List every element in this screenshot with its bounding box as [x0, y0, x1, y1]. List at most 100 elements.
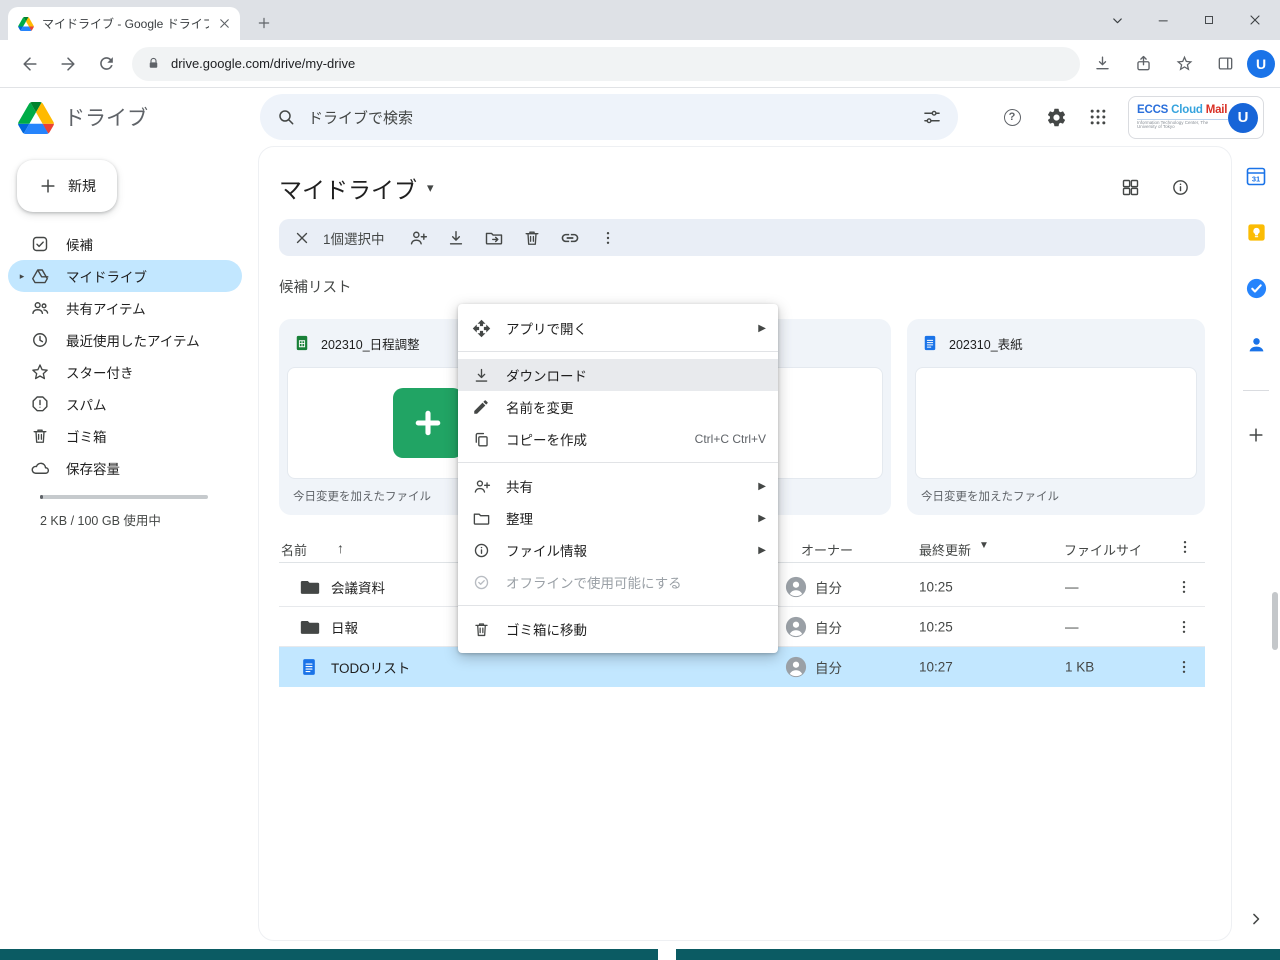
- menu-item-organize[interactable]: 整理 ▶: [458, 502, 778, 534]
- copy-link-button[interactable]: [551, 220, 589, 256]
- collapse-panel-chevron-icon[interactable]: [1246, 909, 1266, 929]
- folder-icon: [299, 616, 321, 638]
- sidebar-item-trash[interactable]: ゴミ箱: [8, 420, 242, 452]
- title-dropdown-icon[interactable]: ▾: [427, 180, 434, 196]
- browser-tab[interactable]: マイドライブ - Google ドライブ: [8, 7, 240, 40]
- sidebar-item-starred[interactable]: スター付き: [8, 356, 242, 388]
- side-panel-icon[interactable]: [1209, 48, 1241, 80]
- browser-toolbar: drive.google.com/drive/my-drive U: [0, 40, 1280, 88]
- column-header-owner[interactable]: オーナー: [801, 540, 853, 559]
- more-actions-button[interactable]: [589, 220, 627, 256]
- apps-grid-button[interactable]: [1082, 101, 1114, 133]
- sidebar-item-suggested[interactable]: 候補: [8, 228, 242, 260]
- search-icon[interactable]: [276, 107, 296, 127]
- tab-search-chevron-icon[interactable]: [1095, 0, 1139, 40]
- open-with-icon: [472, 319, 492, 338]
- new-tab-button[interactable]: [250, 9, 278, 37]
- card-footer: 今日変更を加えたファイル: [907, 479, 1205, 513]
- tab-close-icon[interactable]: [217, 16, 232, 31]
- page-title[interactable]: マイドライブ ▾: [279, 171, 434, 205]
- menu-item-move-to-trash[interactable]: ゴミ箱に移動: [458, 613, 778, 645]
- link-icon: [560, 228, 580, 248]
- menu-item-share[interactable]: 共有 ▶: [458, 470, 778, 502]
- trash-icon: [30, 426, 50, 446]
- column-header-modified[interactable]: 最終更新: [919, 540, 971, 559]
- drive-logo-icon: [18, 102, 54, 134]
- submenu-arrow-icon: ▶: [758, 481, 766, 492]
- side-panel-divider: [1243, 390, 1269, 391]
- column-header-name[interactable]: 名前: [281, 540, 307, 559]
- menu-item-open-with[interactable]: アプリで開く ▶: [458, 312, 778, 344]
- row-more-button[interactable]: [1175, 618, 1193, 636]
- tasks-icon[interactable]: [1244, 276, 1268, 300]
- file-name: 会議資料: [331, 577, 385, 597]
- get-addons-button[interactable]: [1246, 425, 1266, 445]
- person-add-icon: [408, 228, 428, 248]
- column-header-more-icon[interactable]: [1176, 538, 1194, 556]
- column-header-size[interactable]: ファイルサイ: [1064, 540, 1142, 559]
- brand-tagline: Information Technology Center, The Unive…: [1137, 119, 1228, 130]
- sort-descending-icon[interactable]: ▼: [979, 540, 989, 551]
- reload-button[interactable]: [90, 48, 122, 80]
- help-button[interactable]: ?: [996, 101, 1028, 133]
- sidebar-item-storage[interactable]: 保存容量: [8, 452, 242, 484]
- drive-sidebar: 新規 候補 ▸ マイドライブ 共有アイテム 最近使用したアイテム: [0, 146, 258, 948]
- scrollbar-thumb[interactable]: [1272, 592, 1278, 650]
- menu-item-rename[interactable]: 名前を変更: [458, 391, 778, 423]
- sidebar-item-recent[interactable]: 最近使用したアイテム: [8, 324, 242, 356]
- forward-button[interactable]: [52, 48, 84, 80]
- keep-icon[interactable]: [1244, 220, 1268, 244]
- share-add-person-button[interactable]: [399, 220, 437, 256]
- submenu-arrow-icon: ▶: [758, 323, 766, 334]
- window-minimize-button[interactable]: [1141, 0, 1185, 40]
- window-maximize-button[interactable]: [1187, 0, 1231, 40]
- lock-icon[interactable]: [146, 56, 161, 71]
- calendar-icon[interactable]: 31: [1244, 164, 1268, 188]
- account-badge[interactable]: ECCS Cloud Mail Information Technology C…: [1128, 96, 1264, 139]
- browser-profile-avatar[interactable]: U: [1247, 50, 1275, 78]
- row-more-button[interactable]: [1175, 578, 1193, 596]
- folder-organize-icon: [472, 509, 492, 528]
- back-button[interactable]: [14, 48, 46, 80]
- selection-actions: [399, 220, 627, 256]
- clear-selection-button[interactable]: [293, 229, 311, 247]
- menu-item-make-copy[interactable]: コピーを作成 Ctrl+C Ctrl+V: [458, 423, 778, 455]
- new-button[interactable]: 新規: [17, 160, 117, 212]
- account-brand: ECCS Cloud Mail Information Technology C…: [1137, 105, 1228, 130]
- drive-account-avatar[interactable]: U: [1228, 103, 1258, 133]
- settings-button[interactable]: [1040, 101, 1072, 133]
- address-bar[interactable]: drive.google.com/drive/my-drive: [132, 47, 1080, 81]
- card-file-name: 202310_表紙: [949, 334, 1023, 353]
- bookmark-star-icon[interactable]: [1168, 48, 1200, 80]
- file-owner: 自分: [815, 577, 842, 597]
- sort-ascending-icon[interactable]: ↑: [337, 540, 344, 556]
- sidebar-item-spam[interactable]: スパム: [8, 388, 242, 420]
- grid-view-toggle[interactable]: [1117, 174, 1143, 200]
- copy-icon: [472, 430, 492, 449]
- details-button[interactable]: [1167, 174, 1193, 200]
- contacts-icon[interactable]: [1244, 332, 1268, 356]
- workspace-side-panel: 31: [1232, 146, 1280, 941]
- file-modified: 10:27: [919, 660, 953, 675]
- menu-item-download[interactable]: ダウンロード: [458, 359, 778, 391]
- url-text: drive.google.com/drive/my-drive: [171, 56, 355, 71]
- download-button[interactable]: [437, 220, 475, 256]
- share-icon[interactable]: [1127, 48, 1159, 80]
- dots-vertical-icon: [599, 229, 617, 247]
- expand-arrow-icon[interactable]: ▸: [14, 271, 30, 282]
- trash-button[interactable]: [513, 220, 551, 256]
- suggested-card[interactable]: 202310_表紙 今日変更を加えたファイル: [907, 319, 1205, 515]
- move-button[interactable]: [475, 220, 513, 256]
- drive-search-bar[interactable]: ドライブで検索: [260, 94, 958, 140]
- file-row-selected[interactable]: TODOリスト 自分 10:27 1 KB: [279, 647, 1205, 687]
- trash-icon: [522, 228, 542, 248]
- download-page-icon[interactable]: [1086, 48, 1118, 80]
- sidebar-item-my-drive[interactable]: ▸ マイドライブ: [8, 260, 242, 292]
- person-add-icon: [472, 477, 492, 496]
- sidebar-item-shared[interactable]: 共有アイテム: [8, 292, 242, 324]
- menu-item-file-info[interactable]: ファイル情報 ▶: [458, 534, 778, 566]
- selection-count: 1個選択中: [323, 228, 385, 248]
- search-options-icon[interactable]: [922, 107, 942, 127]
- window-close-button[interactable]: [1233, 0, 1277, 40]
- row-more-button[interactable]: [1175, 658, 1193, 676]
